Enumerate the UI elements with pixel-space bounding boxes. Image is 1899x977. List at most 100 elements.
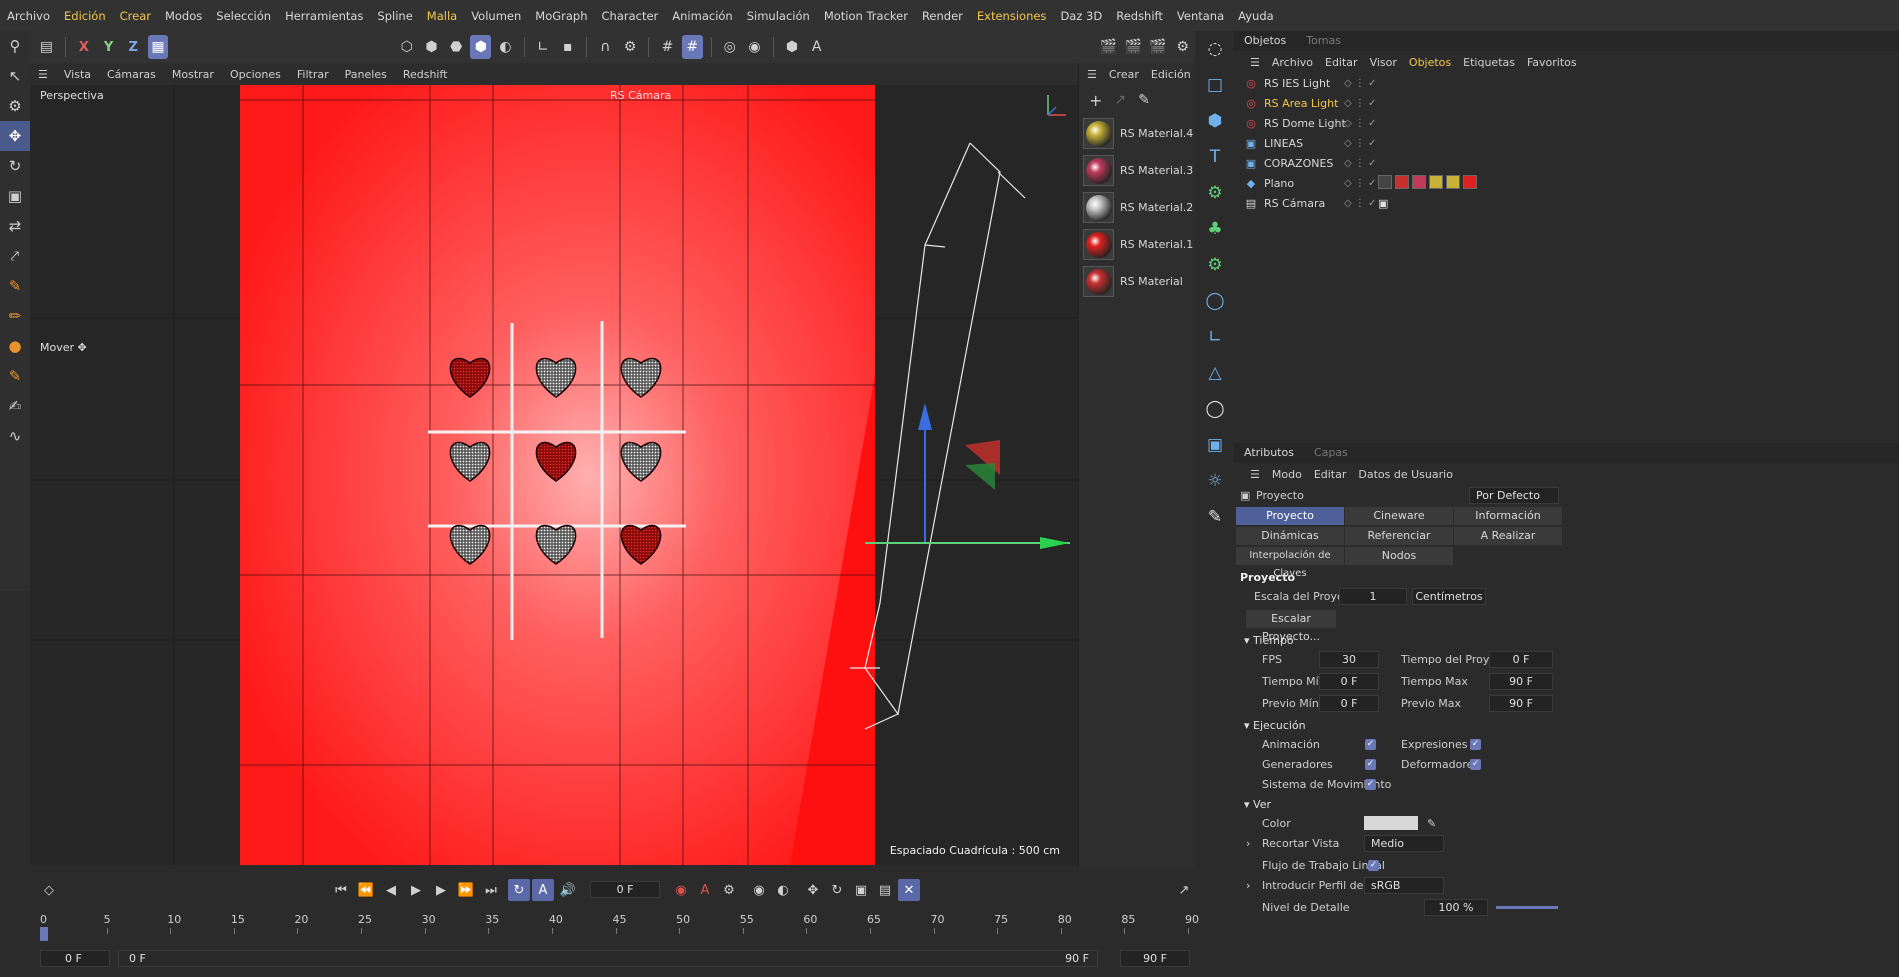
menu-item-extensiones[interactable]: Extensiones [970,9,1054,23]
menu-item-render[interactable]: Render [915,9,970,23]
move-icon[interactable]: ✥ [0,121,30,151]
viewport-menu-mostrar[interactable]: Mostrar [164,68,222,81]
loop-icon[interactable]: ↻ [508,879,530,901]
object-row[interactable]: ▣ LINEAS ◇ ⋮ ✓ [1244,133,1899,153]
environment-icon[interactable]: ◯ [1198,391,1232,427]
y-axis-lock-button[interactable]: Y [98,35,119,59]
point-level-icon[interactable]: ✕ [898,879,920,901]
menu-item-simulación[interactable]: Simulación [740,9,817,23]
tab-cineware[interactable]: Cineware [1345,507,1453,525]
camera-icon[interactable]: ▣ [1198,427,1232,463]
expressions-checkbox[interactable]: ✓ [1470,739,1481,750]
spline-pen-icon[interactable]: ✍ [0,391,30,421]
parameter-key-icon[interactable]: ▤ [874,879,896,901]
material-item[interactable]: RS Material.3 [1079,152,1195,189]
fps-field[interactable]: 30 [1319,651,1379,668]
axis-mode-icon[interactable]: ∟ [533,35,554,59]
scale-icon[interactable]: ▣ [0,181,30,211]
attribute-menu-modo[interactable]: Modo [1266,468,1308,481]
viewport-menu-paneles[interactable]: Paneles [337,68,395,81]
auto-key-icon[interactable]: A [694,879,716,901]
tab-proyecto[interactable]: Proyecto [1236,507,1344,525]
prev-min-field[interactable]: 0 F [1319,695,1379,712]
material-item[interactable]: RS Material.1 [1079,226,1195,263]
object-menu-archivo[interactable]: Archivo [1266,56,1319,69]
visibility-flags-icon[interactable]: ◇ ⋮ ✓ [1344,98,1376,109]
view-section-title[interactable]: ▾ Ver [1234,794,1899,813]
play-icon[interactable]: ▶ [405,879,427,901]
timeline-expand-icon[interactable]: ↗ [1173,879,1195,901]
grid-snap-icon[interactable]: # [681,35,703,59]
visibility-flags-icon[interactable]: ◇ ⋮ ✓ [1344,158,1376,169]
brush-icon[interactable]: ✎ [0,361,30,391]
tab-a-realizar[interactable]: A Realizar [1454,527,1562,545]
object-row[interactable]: ◆ Plano ◇ ⋮ ✓ [1244,173,1899,193]
material-tag-icon[interactable] [1429,174,1443,189]
project-time-field[interactable]: 0 F [1489,651,1553,668]
tab-informacion[interactable]: Información [1454,507,1562,525]
project-scale-field[interactable]: 1 [1339,588,1407,605]
tab-dinamicas[interactable]: Dinámicas [1236,527,1344,545]
hamburger-icon[interactable]: ☰ [1244,468,1266,481]
key-settings-icon[interactable]: ⚙ [718,879,740,901]
menu-item-animación[interactable]: Animación [665,9,739,23]
paint-icon[interactable]: ● [0,331,30,361]
knife-icon[interactable]: ✎ [0,271,30,301]
object-menu-visor[interactable]: Visor [1364,56,1403,69]
sketch-icon[interactable]: ∿ [0,421,30,451]
coordinate-system-icon[interactable]: ▦ [147,35,169,59]
polygons-mode-icon[interactable]: ⬣ [446,35,467,59]
viewport-menu-redshift[interactable]: Redshift [395,68,456,81]
generator-icon[interactable]: ⚙ [1198,175,1232,211]
soft-selection-icon[interactable]: ⚙ [620,35,641,59]
x-axis-lock-button[interactable]: X [74,35,95,59]
field-icon[interactable]: ◯ [1198,283,1232,319]
edges-mode-icon[interactable]: ⬢ [421,35,442,59]
sound-icon[interactable]: 🔊 [557,879,579,901]
motion-system-checkbox[interactable]: ✓ [1365,779,1376,790]
menu-item-redshift[interactable]: Redshift [1109,9,1170,23]
time-section-title[interactable]: ▾ Tiempo [1234,630,1899,649]
hamburger-icon[interactable]: ☰ [1244,56,1266,69]
detail-level-slider[interactable] [1496,906,1558,909]
tab-objetos[interactable]: Objetos [1234,31,1296,51]
model-mode-icon[interactable]: ⬢ [470,35,492,59]
position-key-icon[interactable]: ✥ [802,879,824,901]
viewport-menu-cámaras[interactable]: Cámaras [99,68,164,81]
menu-item-crear[interactable]: Crear [113,9,158,23]
edit-icon[interactable]: ✎ [1198,499,1232,535]
cube-icon[interactable]: ⬢ [1198,103,1232,139]
material-tag-icon[interactable] [1378,174,1392,189]
tool-settings-icon[interactable]: ⚙ [0,91,30,121]
arrow-icon[interactable]: ↗ [1114,92,1126,108]
viewport-solo-icon[interactable]: ⬢ [782,35,803,59]
scale-project-button[interactable]: Escalar Proyecto... [1246,610,1336,643]
rotate-icon[interactable]: ↻ [0,151,30,181]
viewport-menu-opciones[interactable]: Opciones [222,68,289,81]
viewport[interactable]: Perspectiva RS Cámara Mover ✥ Espaciado … [30,85,1078,865]
live-selection-icon[interactable]: ◌ [1198,31,1232,67]
project-scale-unit-dropdown[interactable]: Centímetros [1412,588,1486,605]
current-frame-field[interactable]: 0 F [590,881,660,898]
detail-level-field[interactable]: 100 % [1424,899,1488,916]
preset-dropdown[interactable]: Por Defecto [1469,487,1559,504]
rotation-key-icon[interactable]: ↻ [826,879,848,901]
tab-referenciar[interactable]: Referenciar [1345,527,1453,545]
material-item[interactable]: RS Material.4 [1079,115,1195,152]
undo-icon[interactable]: ▤ [36,35,57,59]
viewport-menu-filtrar[interactable]: Filtrar [289,68,337,81]
workplane-icon[interactable]: ◎ [719,35,740,59]
menu-item-daz-3d[interactable]: Daz 3D [1053,9,1109,23]
visibility-flags-icon[interactable]: ◇ ⋮ ✓ [1344,178,1376,189]
visibility-flags-icon[interactable]: ◇ ⋮ ✓ [1344,118,1376,129]
texture-mode-icon[interactable]: ▪ [557,35,578,59]
previous-key-icon[interactable]: ⏪ [355,879,377,901]
polygon-pen-icon[interactable]: ✏ [0,301,30,331]
menu-item-volumen[interactable]: Volumen [464,9,528,23]
end-frame-field[interactable]: 90 F [1120,950,1190,967]
ipr-icon[interactable]: ⚙ [1172,35,1193,59]
menu-item-herramientas[interactable]: Herramientas [278,9,370,23]
hamburger-icon[interactable]: ☰ [1087,68,1097,81]
object-menu-favoritos[interactable]: Favoritos [1521,56,1583,69]
menu-item-ayuda[interactable]: Ayuda [1231,9,1281,23]
